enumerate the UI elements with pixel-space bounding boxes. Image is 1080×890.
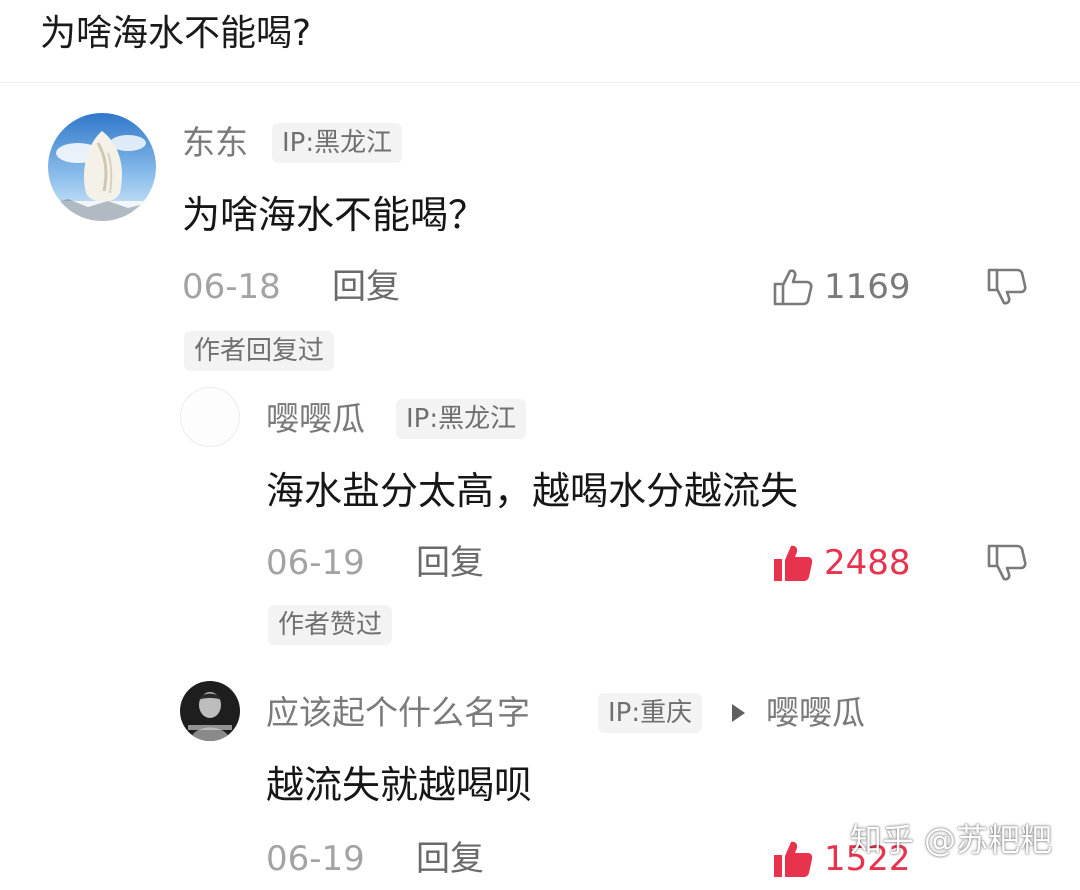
reply-arrow-icon <box>732 704 745 722</box>
thumbs-down-icon[interactable] <box>986 543 1028 587</box>
page-title: 为啥海水不能喝? <box>40 13 312 54</box>
comment-text: 海水盐分太高，越喝水分越流失 <box>266 469 799 513</box>
comment-section: 东东 IP:黑龙江 为啥海水不能喝？ 06-18 回复 1169 作者回复过 嘤… <box>0 82 1080 890</box>
ip-location-chip: IP:重庆 <box>598 693 703 733</box>
reply-to-username[interactable]: 嘤嘤瓜 <box>766 691 865 735</box>
comment-date: 06-19 <box>266 839 365 879</box>
ip-location-chip: IP:黑龙江 <box>272 123 403 163</box>
comment-text: 越流失就越喝呗 <box>266 763 533 807</box>
like-button[interactable]: 2488 <box>772 541 922 585</box>
reply-button[interactable]: 回复 <box>416 837 484 881</box>
comment-username[interactable]: 嘤嘤瓜 <box>266 397 365 441</box>
comment-item: 东东 IP:黑龙江 为啥海水不能喝？ 06-18 回复 1169 作者回复过 <box>0 83 1080 373</box>
thumbs-down-icon[interactable] <box>986 267 1028 311</box>
like-count: 1169 <box>824 267 911 307</box>
zhihu-watermark: 知乎 @苏粑粑 <box>849 821 1052 859</box>
thumbs-up-filled-icon <box>774 545 813 581</box>
author-liked-badge: 作者赞过 <box>268 605 393 645</box>
reply-button[interactable]: 回复 <box>416 541 484 585</box>
comment-date: 06-19 <box>266 543 365 583</box>
snowy-tree-avatar[interactable] <box>48 113 156 221</box>
blank-avatar[interactable] <box>180 387 240 447</box>
comment-username[interactable]: 东东 <box>182 121 248 165</box>
thumbs-up-outline-icon <box>773 269 813 306</box>
reply-button[interactable]: 回复 <box>332 265 400 309</box>
comment-date: 06-18 <box>182 267 281 307</box>
comment-text: 为啥海水不能喝？ <box>182 193 487 237</box>
portrait-avatar[interactable] <box>180 681 240 741</box>
ip-location-chip: IP:黑龙江 <box>396 399 527 439</box>
comment-item: 嘤嘤瓜 IP:黑龙江 海水盐分太高，越喝水分越流失 06-19 回复 2488 … <box>0 379 1080 659</box>
comment-username[interactable]: 应该起个什么名字 <box>266 691 530 735</box>
author-replied-badge: 作者回复过 <box>184 331 335 371</box>
thumbs-up-filled-icon <box>774 841 813 877</box>
like-count: 2488 <box>824 543 911 583</box>
like-button[interactable]: 1169 <box>772 265 922 309</box>
